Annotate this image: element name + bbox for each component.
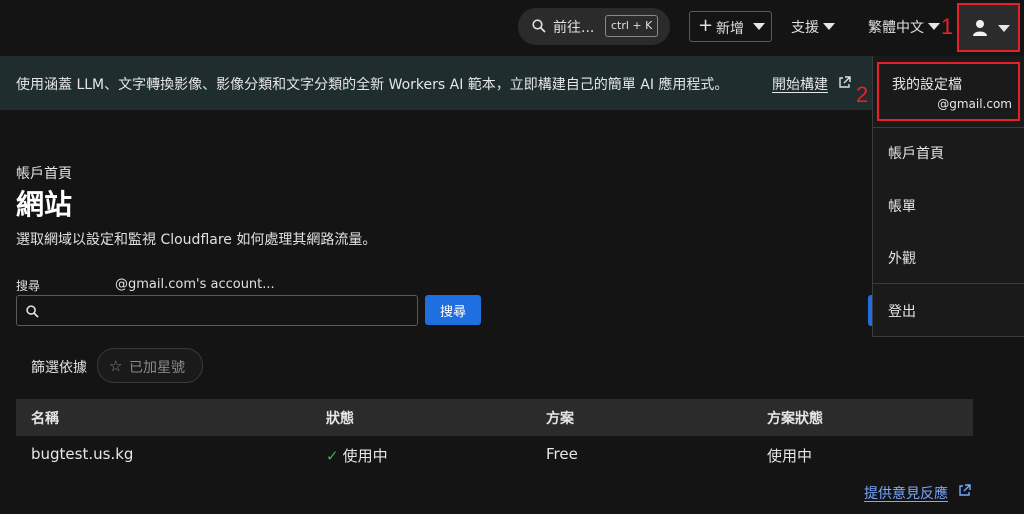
table-header: 名稱 狀態 方案 方案狀態 [16, 399, 973, 436]
chevron-down-icon [753, 23, 765, 30]
goto-search-button[interactable]: 前往... ctrl + K [518, 8, 670, 45]
site-plan: Free [546, 445, 578, 463]
add-new-button[interactable]: + 新增 [689, 11, 772, 42]
page-title: 網站 [16, 188, 73, 221]
top-bar: 前往... ctrl + K + 新增 支援 繁體中文 1 [0, 0, 1024, 54]
search-button[interactable]: 搜尋 [425, 295, 481, 325]
column-header-plan-status[interactable]: 方案狀態 [767, 408, 823, 428]
table-row[interactable]: bugtest.us.kg ✓ 使用中 Free 使用中 [16, 436, 973, 474]
site-status: ✓ 使用中 [326, 445, 388, 466]
check-icon: ✓ [326, 447, 339, 465]
menu-divider [873, 283, 1024, 284]
goto-shortcut-badge: ctrl + K [605, 15, 659, 37]
feedback-link[interactable]: 提供意見反應 [864, 483, 948, 503]
annotation-mark-1: 1 [941, 14, 954, 39]
site-plan-status: 使用中 [767, 447, 813, 465]
search-input[interactable] [16, 295, 418, 326]
menu-item-appearance[interactable]: 外觀 [888, 248, 916, 268]
search-icon [532, 19, 546, 33]
announcement-banner: 使用涵蓋 LLM、文字轉換影像、影像分類和文字分類的全新 Workers AI … [0, 56, 872, 110]
annotation-mark-2: 2 [856, 82, 869, 107]
column-header-name[interactable]: 名稱 [31, 408, 59, 428]
column-header-status[interactable]: 狀態 [326, 408, 354, 428]
chevron-down-icon [998, 25, 1010, 32]
profile-email: @gmail.com [937, 97, 1012, 111]
breadcrumb[interactable]: 帳戶首頁 [16, 163, 72, 183]
filter-label: 篩選依據 [31, 360, 87, 376]
starred-filter-label: 已加星號 [129, 360, 185, 376]
add-new-label: 新增 [716, 21, 744, 37]
chevron-down-icon[interactable] [823, 23, 835, 30]
menu-item-account-home[interactable]: 帳戶首頁 [888, 143, 944, 163]
page-description: 選取網域以設定和監視 Cloudflare 如何處理其網路流量。 [16, 232, 377, 248]
search-label: 搜尋 [16, 279, 41, 293]
user-icon [973, 20, 987, 36]
external-link-icon[interactable] [838, 76, 851, 89]
external-link-icon[interactable] [958, 484, 971, 497]
account-name-label: @gmail.com's account... [115, 277, 275, 292]
user-dropdown-menu: 我的設定檔 @gmail.com 帳戶首頁 帳單 外觀 登出 [872, 56, 1024, 337]
menu-divider [873, 127, 1024, 128]
site-name-link[interactable]: bugtest.us.kg [31, 445, 133, 463]
search-icon [26, 305, 39, 318]
support-menu[interactable]: 支援 [791, 17, 819, 37]
star-icon: ☆ [109, 357, 123, 375]
language-menu[interactable]: 繁體中文 [868, 17, 924, 37]
start-building-link[interactable]: 開始構建 [772, 74, 828, 94]
menu-item-logout[interactable]: 登出 [888, 301, 916, 321]
site-status-text: 使用中 [342, 447, 388, 465]
menu-item-billing[interactable]: 帳單 [888, 196, 916, 216]
starred-filter-chip[interactable]: ☆ 已加星號 [97, 348, 203, 383]
my-profile-item[interactable]: 我的設定檔 @gmail.com [877, 62, 1020, 121]
banner-text: 使用涵蓋 LLM、文字轉換影像、影像分類和文字分類的全新 Workers AI … [16, 77, 729, 93]
column-header-plan[interactable]: 方案 [546, 408, 574, 428]
user-menu-button[interactable] [957, 3, 1020, 52]
plus-icon: + [698, 15, 714, 36]
chevron-down-icon[interactable] [928, 23, 940, 30]
goto-label: 前往... [553, 20, 595, 36]
my-profile-label: 我的設定檔 [892, 77, 962, 93]
